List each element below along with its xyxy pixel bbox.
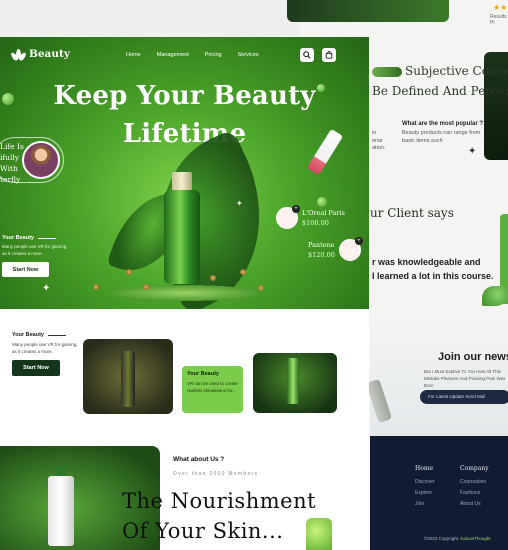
footer-link[interactable]: Corporation <box>460 477 489 488</box>
faq-question[interactable]: What are the most popular ? <box>402 121 483 127</box>
hero-product-bottle <box>164 172 200 284</box>
footer-col-company: Company Corporation Fashions About Us <box>460 462 489 510</box>
pedestal <box>110 285 260 301</box>
product-price: $100.00 <box>302 219 329 227</box>
plus-icon[interactable]: + <box>354 237 363 245</box>
product-image-card[interactable] <box>83 339 173 414</box>
leaf-pill-icon <box>372 66 402 77</box>
shopping-bag-icon <box>325 51 333 59</box>
background-heading-line2: Be Defined And Perceiv <box>372 84 508 98</box>
orb-decoration <box>2 93 14 105</box>
orb-decoration <box>317 197 327 207</box>
brand-logo[interactable]: Beauty <box>9 48 70 62</box>
search-icon <box>303 51 311 59</box>
hero-side-heading: Your Beauty <box>2 235 34 241</box>
partial-text: in erse ation. <box>372 130 386 152</box>
about-heading: What about Us ? <box>173 456 225 463</box>
section-heading: Your Beauty <box>12 332 44 338</box>
info-card-title: Your Beauty <box>187 371 219 377</box>
brand-name: Beauty <box>29 48 70 60</box>
footer-link[interactable]: About Us <box>460 499 489 510</box>
cart-button[interactable] <box>322 48 336 62</box>
avatar <box>22 141 60 179</box>
start-now-button[interactable]: Start Now <box>12 360 60 376</box>
newsletter-heading: Join our news <box>438 351 508 363</box>
plus-icon[interactable]: + <box>292 205 300 213</box>
footer-link[interactable]: Join <box>415 499 434 510</box>
navbar: Beauty Home Management Pricing Services <box>0 37 369 73</box>
start-now-button[interactable]: Start Now <box>2 262 49 277</box>
sparkle-icon: ✦ <box>236 199 243 208</box>
product-name: Pantene <box>308 241 335 249</box>
client-says-heading: ur Client says <box>370 206 454 220</box>
divider <box>48 335 66 336</box>
nav-links: Home Management Pricing Services <box>126 52 259 58</box>
lotus-icon <box>9 48 28 62</box>
nav-pricing[interactable]: Pricing <box>205 52 222 58</box>
search-button[interactable] <box>300 48 314 62</box>
rating-stars-icon: ★★ <box>493 3 508 12</box>
copyright: ©2023 Copyright. KalcanThought <box>424 536 491 541</box>
sparkle-icon: ✦ <box>42 283 51 294</box>
about-bottle-image <box>306 518 332 550</box>
sparkle-icon: ✦ <box>468 146 477 157</box>
hero-section: Beauty Home Management Pricing Services … <box>0 37 369 309</box>
results-label: Results Pr <box>490 14 507 26</box>
product-pantene[interactable]: + Pantene $120.00 <box>308 237 363 261</box>
about-title: The Nourishment Of Your Skin... <box>122 489 317 543</box>
nav-management[interactable]: Management <box>157 52 189 58</box>
info-card[interactable]: Your Beauty VR can be used to create rea… <box>182 366 243 413</box>
newsletter-email-input[interactable]: For Latest Update Send Mail <box>420 390 508 404</box>
product-avatar: + <box>338 237 363 261</box>
orb-decoration <box>317 84 325 92</box>
hero-side-text: Many people use VR for gaming, as it cre… <box>2 244 68 256</box>
divider <box>38 238 56 239</box>
nav-home[interactable]: Home <box>126 52 141 58</box>
faq-answer: Beauty products can range from basic ite… <box>402 130 481 144</box>
client-quote: r was knowledgeable and I learned a lot … <box>372 257 494 281</box>
testimonial-text: Life Is ifully With terfly <box>0 142 24 184</box>
footer-link[interactable]: Explore <box>415 488 434 499</box>
nav-services[interactable]: Services <box>238 52 259 58</box>
product-price: $120.00 <box>308 251 335 259</box>
info-card-text: VR can be used to create realistic simul… <box>187 381 238 393</box>
product-avatar: + <box>276 205 300 229</box>
newsletter-text: But I Must Explain To You How All This M… <box>424 369 506 388</box>
background-product-image <box>287 0 449 22</box>
footer-link[interactable]: Fashions <box>460 488 489 499</box>
product-image-card[interactable] <box>253 353 337 413</box>
footer-col-home: Home Discover Explore Join <box>415 462 434 510</box>
product-loreal[interactable]: + L'Oreal Paris $100.00 <box>276 205 345 229</box>
background-heading-line1: Subjective Conce <box>372 64 508 78</box>
footer-link[interactable]: Discover <box>415 477 434 488</box>
section-text: Many people use VR for gaming, as it cre… <box>12 342 78 354</box>
members-count: Over than 2000 Members <box>173 471 259 477</box>
product-name: L'Oreal Paris <box>302 209 345 217</box>
